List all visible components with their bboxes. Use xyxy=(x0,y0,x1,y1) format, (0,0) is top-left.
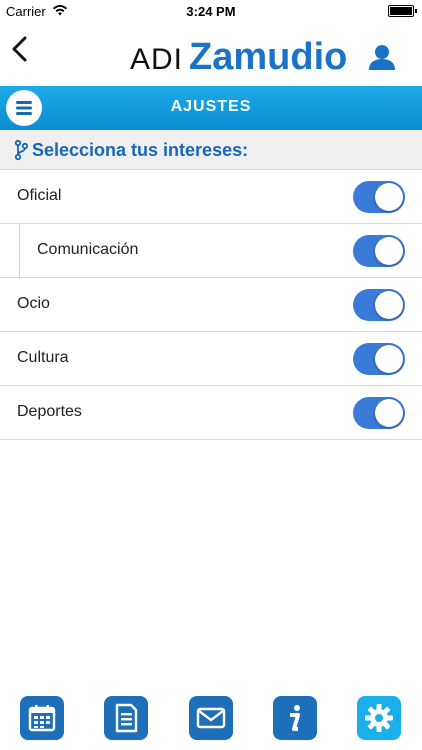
toggle-ocio[interactable] xyxy=(353,289,405,321)
document-icon xyxy=(115,703,138,733)
interest-row-oficial: Oficial xyxy=(0,170,422,224)
toggle-cultura[interactable] xyxy=(353,343,405,375)
toggle-oficial[interactable] xyxy=(353,181,405,213)
tab-calendar[interactable] xyxy=(20,696,64,740)
header-band: AJUSTES xyxy=(0,86,422,130)
tab-mail[interactable] xyxy=(189,696,233,740)
clock: 3:24 PM xyxy=(186,4,236,19)
interest-label: Deportes xyxy=(17,403,82,420)
calendar-icon xyxy=(28,705,56,732)
tab-news[interactable] xyxy=(104,696,148,740)
gear-icon xyxy=(365,704,393,732)
interest-row-deportes: Deportes xyxy=(0,386,422,440)
toggle-knob xyxy=(375,291,403,319)
interest-row-ocio: Ocio xyxy=(0,278,422,332)
page-title: AJUSTES xyxy=(170,98,252,115)
section-title: Selecciona tus intereses: xyxy=(32,140,249,160)
app-logo: ADI Zamudio xyxy=(130,36,348,78)
toggle-knob xyxy=(375,399,403,427)
toggle-comunicacion[interactable] xyxy=(353,235,405,267)
info-icon xyxy=(290,705,300,731)
toggle-deportes[interactable] xyxy=(353,397,405,429)
logo-name: Zamudio xyxy=(189,36,348,78)
toggle-knob xyxy=(375,345,403,373)
logo-prefix: ADI xyxy=(130,43,184,76)
section-header: Selecciona tus intereses: xyxy=(0,130,422,170)
interest-row-comunicacion: Comunicación xyxy=(0,224,422,278)
interest-row-cultura: Cultura xyxy=(0,332,422,386)
interest-label: Ocio xyxy=(17,295,50,312)
nav-bar: ADI Zamudio xyxy=(0,22,422,86)
branch-icon xyxy=(14,139,29,161)
battery-icon xyxy=(388,5,417,17)
user-icon xyxy=(369,45,395,70)
interest-label: Oficial xyxy=(17,187,62,204)
status-bar: Carrier 3:24 PM xyxy=(0,0,422,22)
tab-bar xyxy=(0,690,422,750)
tab-info[interactable] xyxy=(273,696,317,740)
interest-label: Comunicación xyxy=(37,241,139,258)
toggle-knob xyxy=(375,183,403,211)
toggle-knob xyxy=(375,237,403,265)
tab-settings[interactable] xyxy=(357,696,401,740)
profile-button[interactable] xyxy=(366,42,398,74)
back-button[interactable] xyxy=(8,32,38,66)
interest-label: Cultura xyxy=(17,349,69,366)
indent-line xyxy=(19,224,20,278)
mail-icon xyxy=(196,707,226,729)
chevron-left-icon xyxy=(12,36,27,62)
